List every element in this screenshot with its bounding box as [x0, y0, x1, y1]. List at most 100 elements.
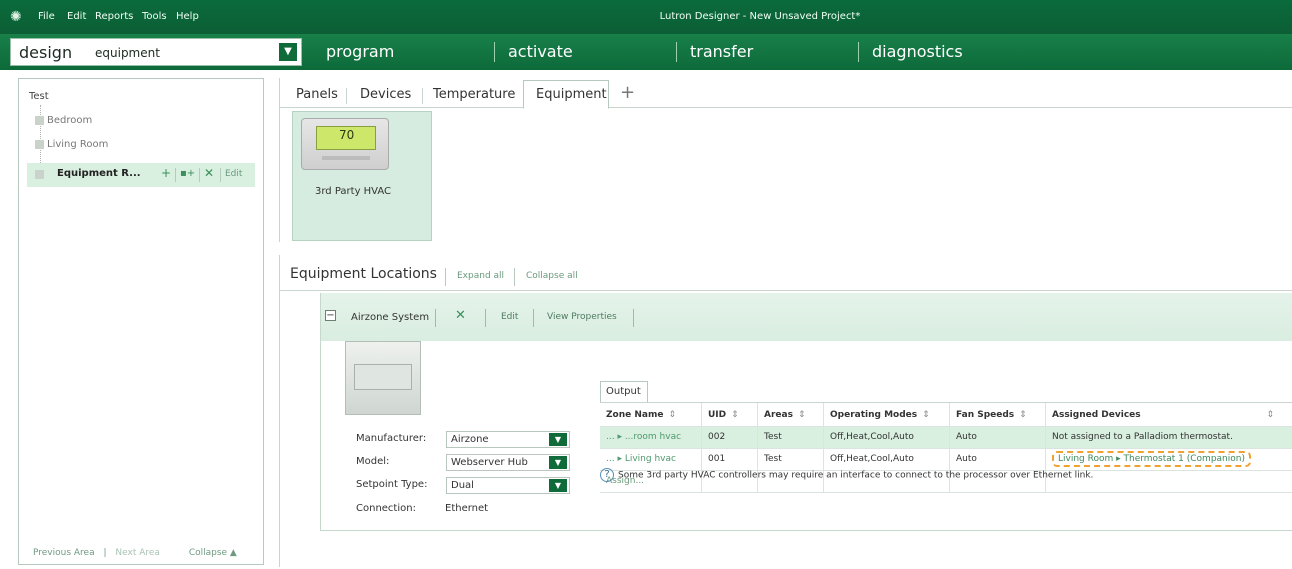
zone-name-cell[interactable]: ... ▸ Living hvac: [600, 449, 702, 470]
column-header-assigned-devices[interactable]: Assigned Devices ⇕: [1046, 403, 1282, 426]
toolbar-divider: [485, 309, 486, 327]
table-row[interactable]: ... ▸ ...room hvac 002 Test Off,Heat,Coo…: [600, 427, 1292, 449]
zone-name-cell[interactable]: ... ▸ ...room hvac: [600, 427, 702, 448]
tab-divider: [422, 88, 423, 104]
sort-icon[interactable]: ⇕: [798, 410, 806, 420]
sort-icon[interactable]: ⇕: [731, 410, 739, 420]
setpoint-type-select[interactable]: Dual ▼: [446, 477, 570, 494]
column-header-uid[interactable]: UID ⇕: [702, 403, 758, 426]
menu-file[interactable]: File: [38, 11, 55, 22]
sort-icon[interactable]: ⇕: [668, 410, 676, 420]
expand-all-link[interactable]: Expand all: [457, 271, 504, 281]
previous-area-link[interactable]: Previous Area: [33, 548, 95, 558]
pager-divider: |: [103, 548, 107, 558]
sort-icon[interactable]: ⇕: [922, 410, 930, 420]
column-header-areas[interactable]: Areas ⇕: [758, 403, 824, 426]
toolbar-divider: [175, 168, 176, 182]
edit-area-link[interactable]: Edit: [225, 169, 242, 179]
chevron-down-icon[interactable]: ▼: [549, 456, 567, 469]
window-title: Lutron Designer - New Unsaved Project*: [659, 11, 861, 22]
tab-divider: [346, 88, 347, 104]
nav-divider: [858, 42, 859, 62]
menu-tools[interactable]: Tools: [142, 11, 167, 22]
assigned-device-link[interactable]: Living Room ▸ Thermostat 1 (Companion): [1052, 451, 1251, 467]
collapse-system-icon[interactable]: −: [325, 310, 336, 321]
area-icon: [35, 170, 44, 179]
table-header-row: Zone Name ⇕ UID ⇕ Areas ⇕ Operating Modes ⇕ …: [600, 403, 1292, 427]
tab-temperature[interactable]: Temperature: [433, 87, 515, 102]
nav-design-label: design: [19, 43, 73, 62]
nav-divider: [676, 42, 677, 62]
tree-item-equipment-room[interactable]: Equipment R... + ▪+ ✕ Edit: [27, 163, 255, 187]
tree-item-living-room[interactable]: Living Room: [35, 139, 108, 153]
help-icon: ?: [600, 468, 614, 482]
equipment-locations-header: Equipment Locations Expand all Collapse …: [280, 255, 1292, 291]
edit-system-link[interactable]: Edit: [501, 312, 518, 322]
column-header-fan-speeds[interactable]: Fan Speeds ⇕: [950, 403, 1046, 426]
areas-cell: Test: [758, 427, 824, 448]
thermostat-display: 70: [316, 126, 376, 150]
next-area-link[interactable]: Next Area: [115, 548, 160, 558]
area-icon: [35, 139, 44, 149]
tree-item-bedroom[interactable]: Bedroom: [35, 115, 92, 129]
area-tree-panel: Test Bedroom Living Room Equipment R... …: [18, 78, 264, 565]
controller-panel: [354, 364, 412, 390]
connection-label: Connection:: [356, 503, 416, 514]
toolbar-divider: [199, 168, 200, 182]
column-header-operating-modes[interactable]: Operating Modes ⇕: [824, 403, 950, 426]
assigned-devices-cell: Living Room ▸ Thermostat 1 (Companion): [1046, 449, 1282, 470]
tree-item-label: Living Room: [47, 139, 109, 150]
header-divider: [514, 268, 515, 286]
add-sub-area-icon[interactable]: ▪+: [180, 168, 195, 179]
model-value: Webserver Hub: [451, 457, 528, 468]
menu-reports[interactable]: Reports: [95, 11, 133, 22]
uid-cell: 002: [702, 427, 758, 448]
delete-system-icon[interactable]: ✕: [455, 308, 466, 323]
tree-item-label: Bedroom: [47, 115, 93, 126]
manufacturer-select[interactable]: Airzone ▼: [446, 431, 570, 448]
add-tab-icon[interactable]: +: [620, 82, 635, 103]
delete-area-icon[interactable]: ✕: [204, 166, 214, 180]
sort-icon[interactable]: ⇕: [1019, 410, 1027, 420]
column-header-zone-name[interactable]: Zone Name ⇕: [600, 403, 702, 426]
nav-program[interactable]: program: [326, 42, 394, 61]
areas-cell: Test: [758, 449, 824, 470]
device-tile-3rd-party-hvac[interactable]: 70 3rd Party HVAC: [292, 111, 432, 241]
chevron-down-icon[interactable]: ▼: [549, 433, 567, 446]
toolbar-divider: [220, 168, 221, 182]
menu-edit[interactable]: Edit: [67, 11, 86, 22]
chevron-down-icon[interactable]: ▼: [279, 43, 297, 61]
design-dropdown-value: equipment: [95, 46, 160, 60]
tab-devices[interactable]: Devices: [360, 87, 411, 102]
uid-cell: 001: [702, 449, 758, 470]
collapse-tree-link[interactable]: Collapse ▲: [189, 548, 237, 558]
design-dropdown[interactable]: design equipment ▼: [10, 38, 302, 66]
menu-help[interactable]: Help: [176, 11, 199, 22]
tree-root[interactable]: Test: [29, 91, 49, 102]
nav-transfer[interactable]: transfer: [690, 42, 753, 61]
toolbar-divider: [435, 309, 436, 327]
operating-modes-cell: Off,Heat,Cool,Auto: [824, 427, 950, 448]
area-icon: [35, 115, 44, 125]
collapse-all-link[interactable]: Collapse all: [526, 271, 578, 281]
toolbar-divider: [633, 309, 634, 327]
manufacturer-label: Manufacturer:: [356, 433, 427, 444]
nav-activate[interactable]: activate: [508, 42, 573, 61]
setpoint-type-value: Dual: [451, 480, 474, 491]
connection-value: Ethernet: [445, 503, 489, 514]
fan-speeds-cell: Auto: [950, 427, 1046, 448]
tab-equipment[interactable]: Equipment: [523, 80, 609, 109]
section-title: Equipment Locations: [290, 266, 437, 282]
device-library: Panels Devices Temperature Equipment + 7…: [279, 78, 1292, 242]
model-select[interactable]: Webserver Hub ▼: [446, 454, 570, 471]
tab-output[interactable]: Output: [600, 381, 648, 403]
nav-diagnostics[interactable]: diagnostics: [872, 42, 963, 61]
tab-equipment-label: Equipment: [536, 87, 607, 102]
model-label: Model:: [356, 456, 390, 467]
tab-panels[interactable]: Panels: [296, 87, 338, 102]
view-properties-link[interactable]: View Properties: [547, 312, 617, 322]
add-area-icon[interactable]: +: [161, 166, 171, 180]
chevron-down-icon[interactable]: ▼: [549, 479, 567, 492]
sort-icon[interactable]: ⇕: [1266, 410, 1274, 420]
setpoint-type-label: Setpoint Type:: [356, 479, 428, 490]
